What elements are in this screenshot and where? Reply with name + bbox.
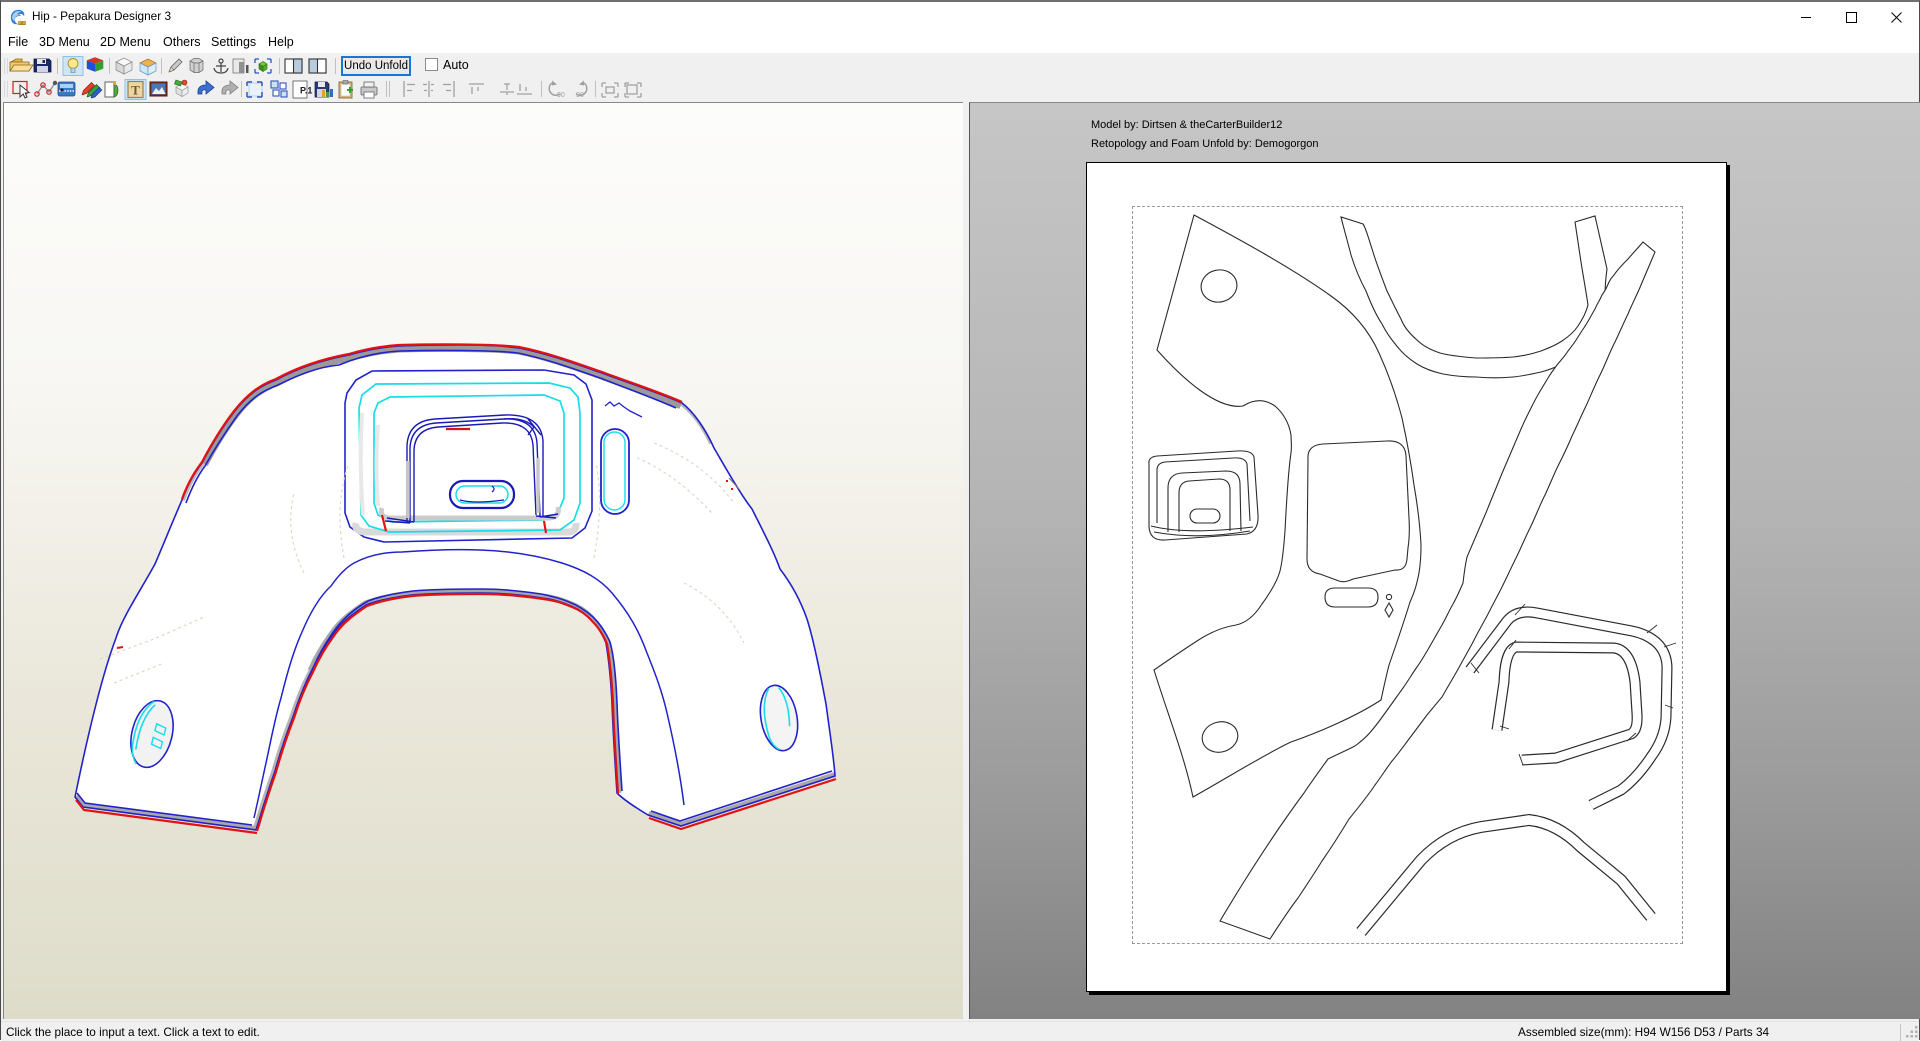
svg-text:P.1: P.1 <box>300 86 312 96</box>
svg-text:90: 90 <box>557 92 565 99</box>
svg-text:90: 90 <box>576 92 584 99</box>
svg-text:T: T <box>131 83 140 98</box>
